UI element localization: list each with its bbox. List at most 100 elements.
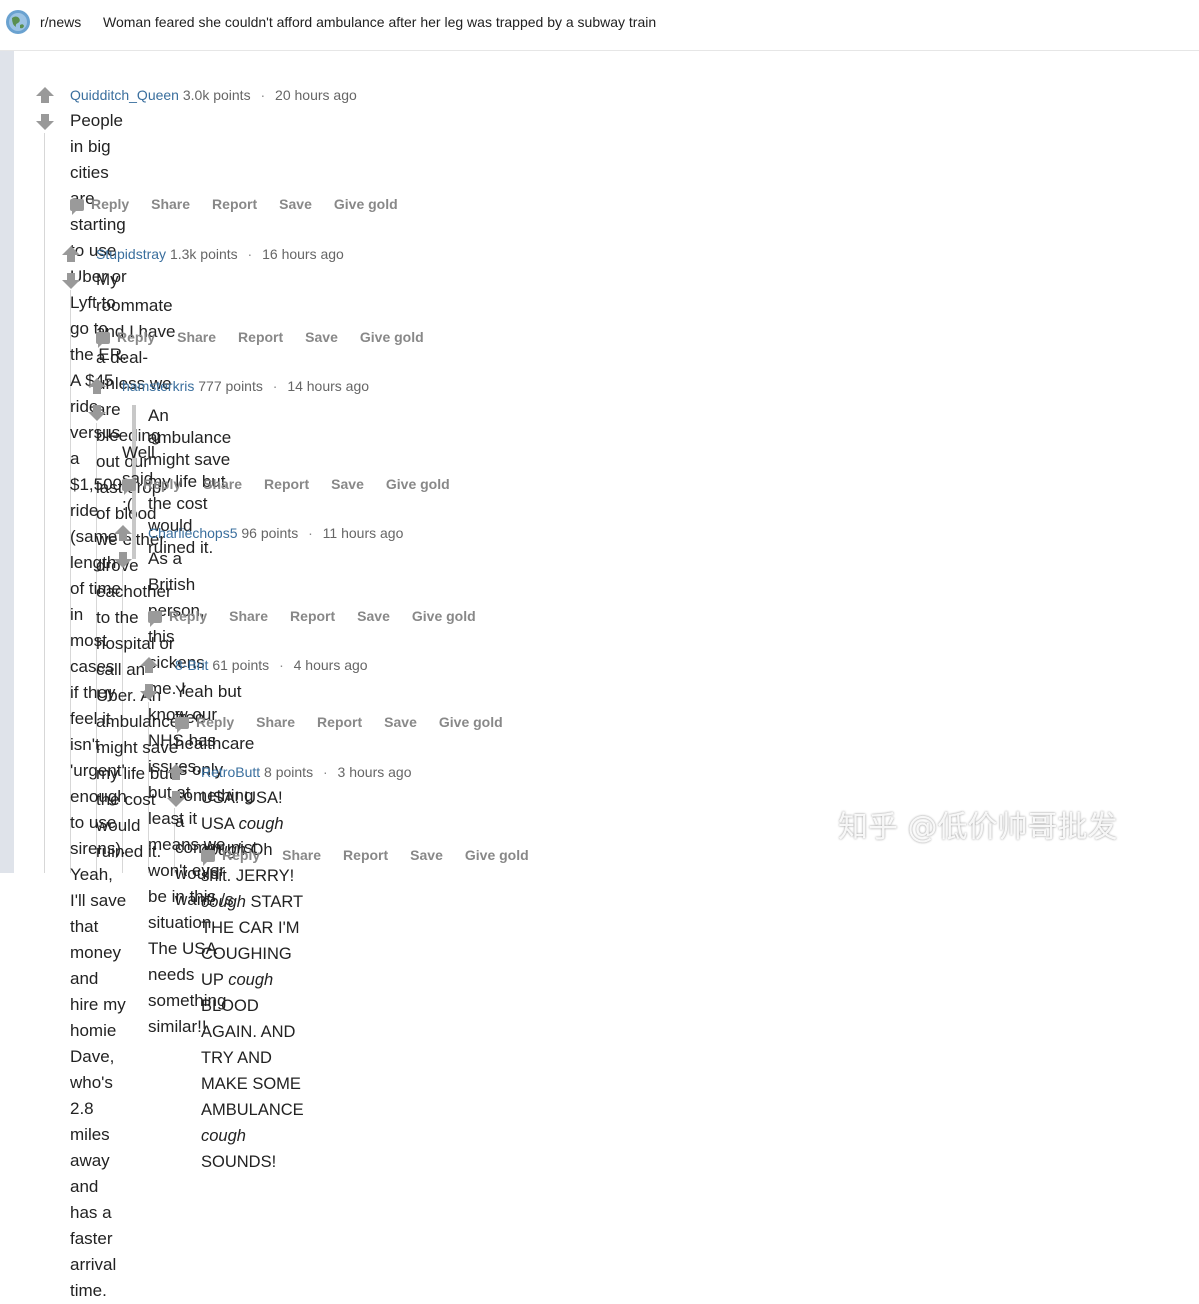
score: 96 points: [241, 525, 299, 541]
comment-actions: Reply Share Report Save Give gold: [96, 329, 446, 348]
post-title[interactable]: Woman feared she couldn't afford ambulan…: [103, 14, 656, 30]
reply-button[interactable]: Reply: [70, 196, 129, 215]
give-gold-button[interactable]: Give gold: [465, 847, 529, 863]
watermark: 知乎 @低价帅哥批发: [838, 810, 1118, 845]
report-button[interactable]: Report: [264, 476, 309, 492]
left-thread-bar: [0, 51, 14, 873]
comment-actions: Reply Share Report Save Give gold: [70, 196, 420, 215]
score: 1.3k points: [169, 246, 238, 262]
give-gold-button[interactable]: Give gold: [386, 476, 450, 492]
share-button[interactable]: Share: [256, 714, 295, 730]
timestamp[interactable]: 4 hours ago: [294, 657, 368, 673]
score: 8 points: [264, 764, 314, 780]
downvote-arrow-icon[interactable]: [36, 114, 54, 130]
comment-meta: 8-Brit 61 points · 4 hours ago: [175, 657, 368, 673]
upvote-arrow-icon[interactable]: [140, 657, 158, 673]
upvote-arrow-icon[interactable]: [36, 87, 54, 103]
reply-button[interactable]: Reply: [96, 329, 155, 348]
save-button[interactable]: Save: [305, 329, 338, 345]
author-link[interactable]: RetroButt: [201, 764, 260, 780]
author-link[interactable]: hamsterkris: [122, 378, 194, 394]
share-button[interactable]: Share: [203, 476, 242, 492]
downvote-arrow-icon[interactable]: [114, 552, 132, 568]
report-button[interactable]: Report: [238, 329, 283, 345]
reply-bubble-icon: [148, 611, 162, 627]
timestamp[interactable]: 20 hours ago: [275, 87, 357, 103]
give-gold-button[interactable]: Give gold: [360, 329, 424, 345]
share-button[interactable]: Share: [229, 608, 268, 624]
upvote-arrow-icon[interactable]: [62, 246, 80, 262]
separator-dot: ·: [322, 764, 328, 780]
upvote-arrow-icon[interactable]: [114, 525, 132, 541]
score: 3.0k points: [182, 87, 251, 103]
save-button[interactable]: Save: [331, 476, 364, 492]
post-header: r/news Woman feared she couldn't afford …: [0, 0, 1199, 51]
vote-arrows: [139, 657, 159, 701]
subreddit-globe-icon[interactable]: [5, 9, 31, 35]
give-gold-button[interactable]: Give gold: [412, 608, 476, 624]
separator-dot: ·: [247, 246, 253, 262]
vote-arrows: [113, 525, 133, 569]
comment-line: miles away and has a faster arrival time…: [70, 1125, 117, 1300]
subreddit-link[interactable]: r/news: [40, 14, 81, 30]
comment-actions: Reply Share Report Save Give gold: [122, 476, 472, 495]
downvote-arrow-icon[interactable]: [140, 684, 158, 700]
report-button[interactable]: Report: [317, 714, 362, 730]
author-link[interactable]: Charliechops5: [148, 525, 238, 541]
comment-actions: Reply Share Report Save Give gold: [148, 608, 498, 627]
comment-actions: Reply Share Report Save Give gold: [175, 714, 525, 733]
reply-bubble-icon: [201, 850, 215, 866]
reply-button[interactable]: Reply: [201, 847, 260, 866]
comment-actions: Reply Share Report Save Give gold: [201, 847, 551, 866]
report-button[interactable]: Report: [290, 608, 335, 624]
score: 61 points: [212, 657, 270, 673]
reply-bubble-icon: [175, 717, 189, 733]
give-gold-button[interactable]: Give gold: [334, 196, 398, 212]
separator-dot: ·: [272, 378, 278, 394]
reply-button[interactable]: Reply: [122, 476, 181, 495]
share-button[interactable]: Share: [282, 847, 321, 863]
report-button[interactable]: Report: [343, 847, 388, 863]
save-button[interactable]: Save: [357, 608, 390, 624]
timestamp[interactable]: 11 hours ago: [323, 525, 404, 541]
reply-button[interactable]: Reply: [148, 608, 207, 627]
upvote-arrow-icon[interactable]: [88, 378, 106, 394]
separator-dot: ·: [308, 525, 313, 541]
reply-bubble-icon: [70, 199, 84, 215]
separator-dot: ·: [279, 657, 284, 673]
vote-arrows: [87, 378, 107, 422]
author-link[interactable]: Stupidstray: [96, 246, 166, 262]
author-link[interactable]: 8-Brit: [175, 657, 208, 673]
timestamp[interactable]: 3 hours ago: [338, 764, 412, 780]
comment-meta: RetroButt 8 points · 3 hours ago: [201, 764, 411, 780]
score: 777 points: [198, 378, 263, 394]
give-gold-button[interactable]: Give gold: [439, 714, 503, 730]
share-button[interactable]: Share: [151, 196, 190, 212]
comment-body: USA! USA! USA cough cough Oh shit. JERRY…: [201, 785, 304, 1175]
author-link[interactable]: Quidditch_Queen: [70, 87, 179, 103]
comment-meta: hamsterkris 777 points · 14 hours ago: [122, 378, 369, 394]
thread-line[interactable]: [44, 133, 45, 873]
timestamp[interactable]: 16 hours ago: [262, 246, 344, 262]
save-button[interactable]: Save: [410, 847, 443, 863]
comment-line: MAKE SOME AMBULANCE cough SOUNDS!: [201, 1075, 304, 1171]
save-button[interactable]: Save: [279, 196, 312, 212]
reply-button[interactable]: Reply: [175, 714, 234, 733]
timestamp[interactable]: 14 hours ago: [287, 378, 369, 394]
report-button[interactable]: Report: [212, 196, 257, 212]
save-button[interactable]: Save: [384, 714, 417, 730]
comment-line: USA! USA! USA cough cough Oh shit. JERRY…: [201, 789, 303, 1067]
downvote-arrow-icon[interactable]: [88, 405, 106, 421]
reply-bubble-icon: [96, 332, 110, 348]
vote-arrows: [166, 764, 186, 808]
vote-arrows: [61, 246, 81, 290]
downvote-arrow-icon[interactable]: [167, 791, 185, 807]
downvote-arrow-icon[interactable]: [62, 273, 80, 289]
vote-arrows: [35, 87, 55, 131]
comment-meta: Stupidstray 1.3k points · 16 hours ago: [96, 246, 344, 262]
share-button[interactable]: Share: [177, 329, 216, 345]
comment-meta: Charliechops5 96 points · 11 hours ago: [148, 525, 403, 541]
upvote-arrow-icon[interactable]: [167, 764, 185, 780]
comment-meta: Quidditch_Queen 3.0k points · 20 hours a…: [70, 87, 357, 103]
separator-dot: ·: [260, 87, 266, 103]
